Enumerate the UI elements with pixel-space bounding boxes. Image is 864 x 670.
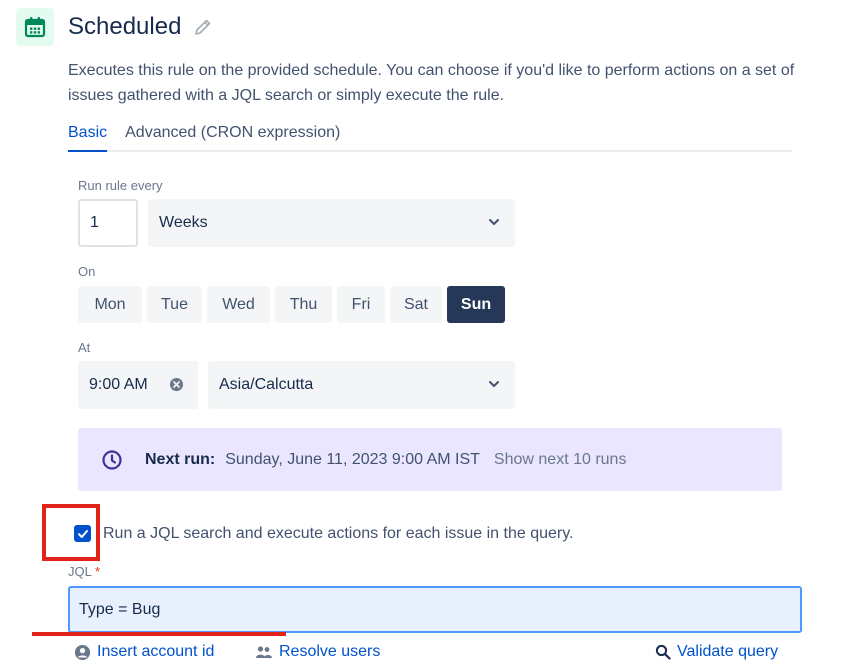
clock-icon — [101, 449, 123, 471]
next-run-value: Sunday, June 11, 2023 9:00 AM IST — [225, 450, 480, 468]
trigger-description: Executes this rule on the provided sched… — [68, 62, 795, 104]
jql-label: JQL * — [68, 564, 100, 579]
validate-query-label: Validate query — [677, 643, 779, 660]
insert-account-id-label: Insert account id — [97, 643, 215, 660]
day-sun-button[interactable]: Sun — [447, 286, 505, 323]
chevron-down-icon — [487, 377, 501, 396]
run-every-label: Run rule every — [78, 178, 163, 193]
interval-unit-value: Weeks — [159, 214, 208, 231]
pencil-icon[interactable] — [193, 17, 213, 37]
calendar-icon — [16, 8, 54, 46]
insert-account-id-link[interactable]: Insert account id — [74, 643, 214, 661]
next-run-panel: Next run: Sunday, June 11, 2023 9:00 AM … — [78, 428, 782, 491]
people-icon — [255, 644, 273, 661]
validate-query-link[interactable]: Validate query — [655, 643, 778, 661]
show-next-runs-link[interactable]: Show next 10 runs — [494, 451, 627, 469]
search-icon — [655, 644, 671, 660]
jql-label-text: JQL — [68, 564, 92, 579]
jql-checkbox[interactable] — [74, 525, 91, 542]
timezone-value: Asia/Calcutta — [219, 376, 314, 393]
next-run-label: Next run: — [145, 450, 216, 468]
time-value: 9:00 AM — [89, 376, 148, 393]
page-title: Scheduled — [68, 13, 182, 40]
annotation-underline — [32, 632, 286, 636]
day-mon-button[interactable]: Mon — [78, 286, 142, 323]
tab-advanced-cron[interactable]: Advanced (CRON expression) — [125, 121, 340, 152]
time-picker[interactable]: 9:00 AM — [78, 361, 198, 409]
clear-icon[interactable] — [169, 377, 184, 397]
timezone-select[interactable]: Asia/Calcutta — [208, 361, 515, 409]
schedule-tabs: Basic Advanced (CRON expression) — [68, 121, 792, 152]
resolve-users-link[interactable]: Resolve users — [255, 643, 380, 661]
interval-unit-select[interactable]: Weeks — [148, 199, 515, 247]
resolve-users-label: Resolve users — [279, 643, 381, 660]
day-wed-button[interactable]: Wed — [207, 286, 270, 323]
checkmark-icon — [77, 529, 88, 538]
interval-number-input[interactable]: 1 — [78, 199, 138, 247]
day-tue-button[interactable]: Tue — [147, 286, 202, 323]
on-label: On — [78, 264, 96, 279]
tab-basic[interactable]: Basic — [68, 121, 108, 152]
required-marker: * — [94, 564, 101, 579]
day-selector: Mon Tue Wed Thu Fri Sat Sun — [78, 286, 510, 323]
day-thu-button[interactable]: Thu — [275, 286, 332, 323]
jql-input[interactable]: Type = Bug — [68, 586, 802, 633]
jql-checkbox-label[interactable]: Run a JQL search and execute actions for… — [103, 525, 574, 543]
day-fri-button[interactable]: Fri — [337, 286, 385, 323]
user-circle-icon — [74, 644, 91, 661]
annotation-box — [42, 504, 100, 561]
trigger-header: Scheduled — [16, 8, 213, 46]
chevron-down-icon — [487, 215, 501, 234]
day-sat-button[interactable]: Sat — [390, 286, 442, 323]
at-label: At — [78, 340, 91, 355]
